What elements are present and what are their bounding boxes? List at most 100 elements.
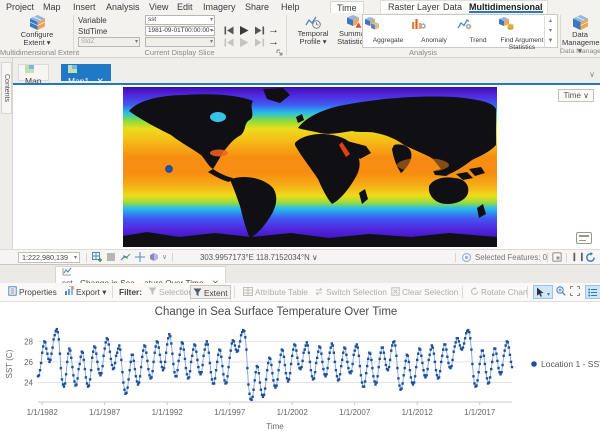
tab-analysis[interactable]: Analysis xyxy=(106,1,140,13)
tab-raster-layer[interactable]: Raster Layer xyxy=(388,1,440,13)
svg-text:1/1/2007: 1/1/2007 xyxy=(339,408,371,417)
map-viewport[interactable]: Time ∨ xyxy=(13,85,600,249)
layout-window-icon[interactable] xyxy=(552,252,562,262)
tab-view[interactable]: View xyxy=(149,1,168,13)
zoom-mode-button[interactable] xyxy=(556,285,568,299)
filter-extent-button[interactable]: Extent xyxy=(190,285,231,299)
svg-text:1/1/1992: 1/1/1992 xyxy=(152,408,184,417)
sst-timeseries-chart[interactable]: 2426281/1/19821/1/19871/1/19921/1/19971/… xyxy=(0,320,600,431)
configure-extent-button[interactable]: Configure Extent ▾ xyxy=(14,15,60,47)
step-back-z-button[interactable] xyxy=(224,38,235,47)
analysis-gallery: Aggregate Anomaly Trend Find Argument St… xyxy=(362,14,558,48)
chevron-down-icon[interactable]: ∨ xyxy=(162,253,167,261)
warm-pool-west-pacific xyxy=(397,158,449,172)
svg-text:26: 26 xyxy=(24,358,33,367)
svg-text:SST (C): SST (C) xyxy=(5,349,14,378)
variable-combobox[interactable]: sst▾ xyxy=(145,15,215,25)
selected-features-icon xyxy=(461,252,472,263)
full-extent-button[interactable] xyxy=(570,285,582,299)
attribute-table-button[interactable]: Attribute Table xyxy=(243,285,308,299)
view-tab-map[interactable]: Map xyxy=(18,64,49,81)
chart-area[interactable]: Change in Sea Surface Temperature Over T… xyxy=(0,302,600,431)
stdz-combobox[interactable]: StdZ▾ xyxy=(78,37,140,47)
gallery-scroll-up-icon[interactable]: ▴ xyxy=(545,16,556,26)
chart-title: Change in Sea Surface Temperature Over T… xyxy=(0,306,552,318)
cursor-coordinates[interactable]: 303.9957173°E 118.7152034°N ∨ xyxy=(200,253,318,262)
step-back-button[interactable] xyxy=(224,26,235,35)
stdz-slice-combobox[interactable]: ▾ xyxy=(145,37,215,47)
variable-value: sst xyxy=(148,16,156,23)
play-z-button[interactable] xyxy=(239,38,250,47)
data-management-cube-icon xyxy=(572,15,589,30)
filter-selection-label: Selection xyxy=(159,287,193,297)
tab-edit[interactable]: Edit xyxy=(177,1,193,13)
advance-time-arrow-button[interactable]: → xyxy=(268,24,279,36)
map-scale-combobox[interactable]: 1:222,980,139 ▾ xyxy=(18,252,80,263)
tab-insert[interactable]: Insert xyxy=(73,1,96,13)
filter-selection-button[interactable]: Selection xyxy=(148,285,193,299)
contents-pane-tab[interactable]: Contents xyxy=(1,62,12,114)
find-argument-statistics-button[interactable]: Find Argument Statistics xyxy=(499,17,545,51)
temporal-profile-button[interactable]: Temporal Profile ▾ xyxy=(292,15,334,46)
export-button[interactable]: Export ▾ xyxy=(64,285,106,299)
switch-selection-button[interactable]: Switch Selection xyxy=(315,285,387,299)
temporal-profile-label2: Profile ▾ xyxy=(299,37,326,46)
stdtime-value: 1981-09-01T00:00:00 – xyxy=(148,27,215,34)
navigator-icon[interactable] xyxy=(149,252,160,262)
map-panel: Contents Map Map1 ✕ ∨ xyxy=(0,58,600,264)
group-label-analysis: Analysis xyxy=(286,48,560,57)
dialog-launcher-icon[interactable] xyxy=(276,49,283,56)
view-tab-map1[interactable]: Map1 ✕ xyxy=(61,64,111,81)
pause-drawing-icon[interactable]: ❙❙ xyxy=(571,252,586,261)
tab-share[interactable]: Share xyxy=(245,1,269,13)
tab-imagery[interactable]: Imagery xyxy=(203,1,236,13)
properties-button[interactable]: Properties xyxy=(8,285,57,299)
map-overview-icon[interactable] xyxy=(576,232,592,244)
tab-time[interactable]: Time xyxy=(330,1,364,13)
tabstrip-overflow-chevron-icon[interactable]: ∨ xyxy=(589,70,595,79)
attribute-table-label: Attribute Table xyxy=(255,287,308,297)
find-argument-statistics-icon xyxy=(499,17,514,30)
tab-project[interactable]: Project xyxy=(6,1,34,13)
aggregate-icon xyxy=(365,17,380,30)
rotate-chart-button[interactable]: Rotate Chart xyxy=(470,285,528,299)
step-forward-button[interactable] xyxy=(254,26,265,35)
legend-toggle-button[interactable] xyxy=(585,285,600,299)
svg-text:Location 1 - SST: Location 1 - SST xyxy=(541,359,600,369)
step-forward-z-button[interactable] xyxy=(254,38,265,47)
gallery-expand-icon[interactable]: ▼ xyxy=(545,36,556,46)
tab-help[interactable]: Help xyxy=(281,1,300,13)
stdtime-combobox[interactable]: 1981-09-01T00:00:00 –▾ xyxy=(145,26,215,36)
chart-tabrow: sst - Change in Sea ...ature Over Time ✕ xyxy=(0,265,600,283)
tab-map[interactable]: Map xyxy=(43,1,61,13)
refresh-icon[interactable] xyxy=(585,252,596,263)
variable-label: Variable xyxy=(78,16,107,25)
pointer-mode-button[interactable]: ▾ xyxy=(533,285,553,299)
location-1-marker[interactable] xyxy=(166,166,173,173)
grid-icon[interactable] xyxy=(106,252,116,262)
crosshair-icon[interactable] xyxy=(135,252,145,262)
stdz-value: StdZ xyxy=(81,38,95,45)
contents-dock-strip: Contents xyxy=(0,58,13,264)
gallery-scroll-down-icon[interactable]: ▾ xyxy=(545,26,556,36)
selected-features-count[interactable]: Selected Features: 0 xyxy=(475,253,547,262)
anomaly-button[interactable]: Anomaly xyxy=(411,17,457,44)
stdtime-label: StdTime xyxy=(78,27,108,36)
clear-selection-button[interactable]: Clear Selection xyxy=(391,285,458,299)
advance-z-arrow-button[interactable]: → xyxy=(268,36,279,48)
snapping-icon[interactable] xyxy=(120,252,131,262)
grid-add-icon[interactable] xyxy=(92,252,102,262)
aggregate-button[interactable]: Aggregate xyxy=(365,17,411,44)
chart-toolbar: Properties Export ▾ Filter: Selection Ex… xyxy=(0,283,600,302)
tab-multidimensional[interactable]: Multidimensional xyxy=(469,1,543,13)
sst-world-raster[interactable] xyxy=(123,87,497,247)
tab-data[interactable]: Data xyxy=(443,1,462,13)
map-time-button[interactable]: Time ∨ xyxy=(558,89,594,102)
trend-button[interactable]: Trend xyxy=(457,17,499,44)
ribbon-tab-row: Project Map Insert Analysis View Edit Im… xyxy=(0,0,600,13)
chart-tab[interactable]: sst - Change in Sea ...ature Over Time ✕ xyxy=(55,266,226,283)
play-button[interactable] xyxy=(239,26,250,35)
switch-selection-label: Switch Selection xyxy=(326,287,387,297)
svg-text:1/1/2002: 1/1/2002 xyxy=(277,408,309,417)
clear-selection-label: Clear Selection xyxy=(402,287,458,297)
